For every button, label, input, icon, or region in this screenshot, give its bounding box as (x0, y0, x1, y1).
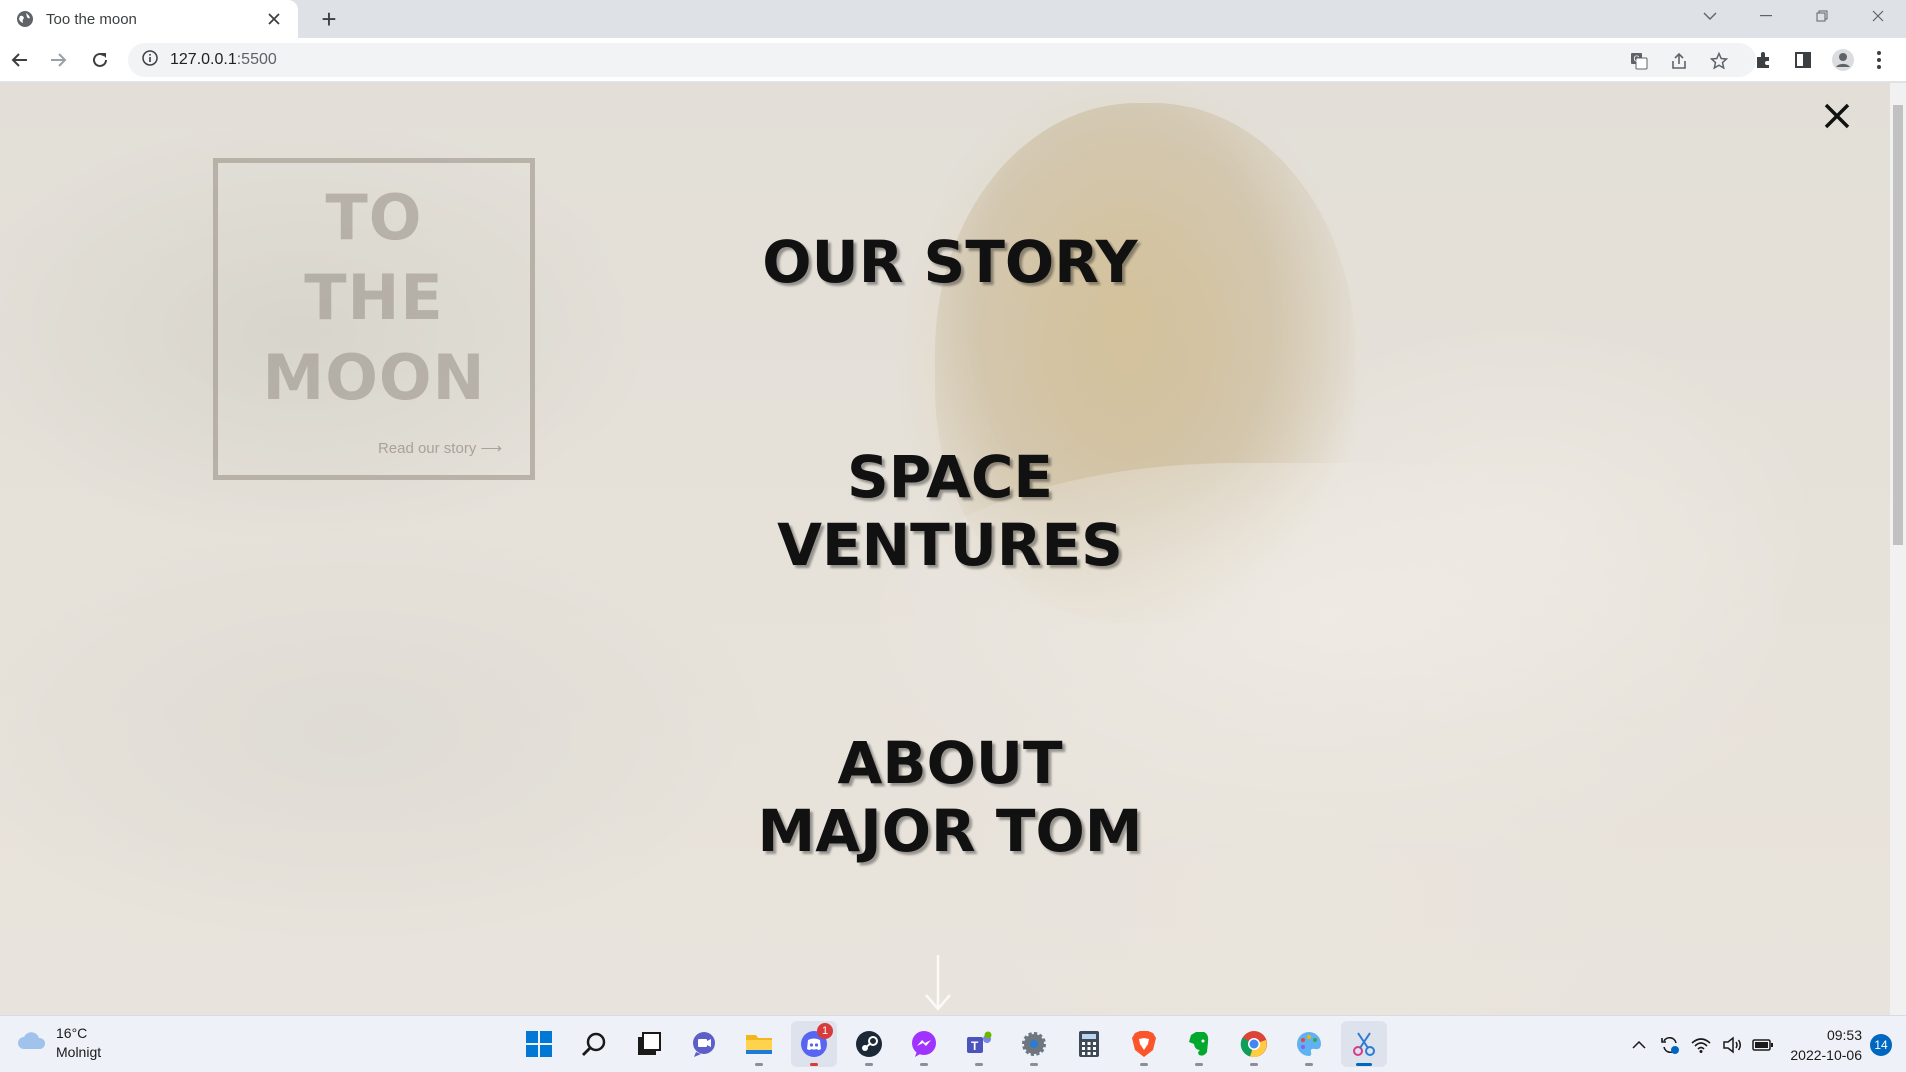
volume-icon[interactable] (1718, 1031, 1746, 1059)
share-icon[interactable] (1666, 48, 1692, 74)
system-tray: 09:53 2022-10-06 14 (1625, 1016, 1906, 1072)
menu-item-our-story[interactable]: OUR STORY (700, 228, 1200, 296)
snipping-tool-icon[interactable] (1341, 1021, 1387, 1067)
tab-search-icon[interactable] (1682, 1, 1738, 31)
logo-line-3: MOON (262, 341, 486, 414)
running-indicator (1030, 1063, 1038, 1066)
discord-badge: 1 (817, 1023, 833, 1039)
weather-temperature: 16°C (56, 1025, 88, 1041)
clock[interactable]: 09:53 2022-10-06 (1790, 1025, 1862, 1065)
url-port: :5500 (236, 51, 277, 68)
url-host: 127.0.0.1 (170, 51, 237, 68)
weather-widget[interactable]: 16°C Molnigt (16, 1024, 101, 1062)
close-menu-icon[interactable] (1816, 95, 1858, 137)
menu-item-line: SPACE (846, 443, 1054, 511)
menu-kebab-icon[interactable] (1867, 44, 1891, 76)
tab-strip: Too the moon + (0, 0, 1906, 38)
evernote-icon[interactable] (1176, 1021, 1222, 1067)
scroll-down-arrow-icon[interactable] (922, 953, 954, 1013)
menu-item-line: MAJOR TOM (757, 797, 1143, 865)
messenger-icon[interactable] (901, 1021, 947, 1067)
read-our-story-link[interactable]: Read our story ⟶ (378, 439, 502, 457)
taskbar-apps: 1 T (516, 1021, 1396, 1067)
steam-icon[interactable] (846, 1021, 892, 1067)
discord-icon[interactable]: 1 (791, 1021, 837, 1067)
new-tab-button[interactable]: + (314, 4, 344, 34)
weather-description: Molnigt (56, 1044, 102, 1060)
svg-text:G: G (1634, 55, 1640, 64)
extensions-icon[interactable] (1747, 44, 1779, 76)
teams-icon[interactable]: T (956, 1021, 1002, 1067)
chevron-up-icon[interactable] (1625, 1031, 1653, 1059)
running-indicator (865, 1063, 873, 1066)
menu-item-line: OUR STORY (762, 228, 1138, 296)
battery-icon[interactable] (1749, 1031, 1777, 1059)
browser-tab[interactable]: Too the moon (0, 0, 298, 38)
browser-toolbar: 127.0.0.1:5500 G (0, 38, 1906, 82)
notification-badge[interactable]: 14 (1870, 1033, 1892, 1056)
close-window-icon[interactable] (1850, 1, 1906, 31)
page-scrollbar[interactable] (1890, 83, 1906, 1015)
settings-icon[interactable] (1011, 1021, 1057, 1067)
windows-start-icon[interactable] (516, 1021, 562, 1067)
menu-item-line: VENTURES (777, 511, 1123, 579)
site-info-icon[interactable] (142, 49, 158, 71)
chat-icon[interactable] (681, 1021, 727, 1067)
brave-icon[interactable] (1121, 1021, 1167, 1067)
translate-icon[interactable]: G (1626, 48, 1652, 74)
svg-text:T: T (971, 1039, 979, 1053)
wifi-icon[interactable] (1687, 1031, 1715, 1059)
menu-item-about-major-tom[interactable]: ABOUT MAJOR TOM (700, 729, 1200, 865)
site-logo[interactable]: TO THE MOON Read our story ⟶ (213, 158, 535, 480)
menu-item-space-ventures[interactable]: SPACE VENTURES (700, 443, 1200, 579)
running-indicator (920, 1063, 928, 1066)
scrollbar-thumb[interactable] (1893, 105, 1903, 545)
address-bar[interactable]: 127.0.0.1:5500 G (128, 43, 1756, 77)
menu-item-line: ABOUT (837, 729, 1063, 797)
bookmark-star-icon[interactable] (1706, 48, 1732, 74)
tab-title: Too the moon (46, 10, 137, 28)
running-indicator (1305, 1063, 1313, 1066)
running-indicator (1195, 1063, 1203, 1066)
running-indicator (975, 1063, 983, 1066)
tab-close-icon[interactable] (262, 7, 286, 31)
search-icon[interactable] (571, 1021, 617, 1067)
taskbar: 16°C Molnigt 1 T 09:53 2022-10-06 14 (0, 1015, 1906, 1072)
running-indicator (1140, 1063, 1148, 1066)
calculator-icon[interactable] (1066, 1021, 1112, 1067)
clock-time: 09:53 (1826, 1026, 1862, 1043)
profile-avatar-icon[interactable] (1827, 44, 1859, 76)
paint-icon[interactable] (1286, 1021, 1332, 1067)
running-indicator (1250, 1063, 1258, 1066)
chrome-icon[interactable] (1231, 1021, 1277, 1067)
minimize-icon[interactable] (1738, 1, 1794, 31)
restore-icon[interactable] (1794, 1, 1850, 31)
window-controls (1682, 0, 1906, 32)
task-view-icon[interactable] (626, 1021, 672, 1067)
cloud-icon (16, 1029, 48, 1058)
page-viewport: TO THE MOON Read our story ⟶ OUR STORY S… (0, 83, 1890, 1015)
running-indicator (755, 1063, 763, 1066)
clock-date: 2022-10-06 (1790, 1046, 1862, 1063)
side-panel-icon[interactable] (1787, 44, 1819, 76)
forward-icon[interactable] (42, 44, 74, 76)
back-icon[interactable] (4, 44, 36, 76)
logo-line-2: THE (304, 261, 444, 334)
running-indicator (810, 1063, 818, 1066)
logo-line-1: TO (325, 181, 423, 254)
globe-icon (16, 10, 34, 28)
reload-icon[interactable] (84, 44, 116, 76)
file-explorer-icon[interactable] (736, 1021, 782, 1067)
active-indicator (1356, 1063, 1372, 1066)
sync-icon[interactable] (1656, 1031, 1684, 1059)
